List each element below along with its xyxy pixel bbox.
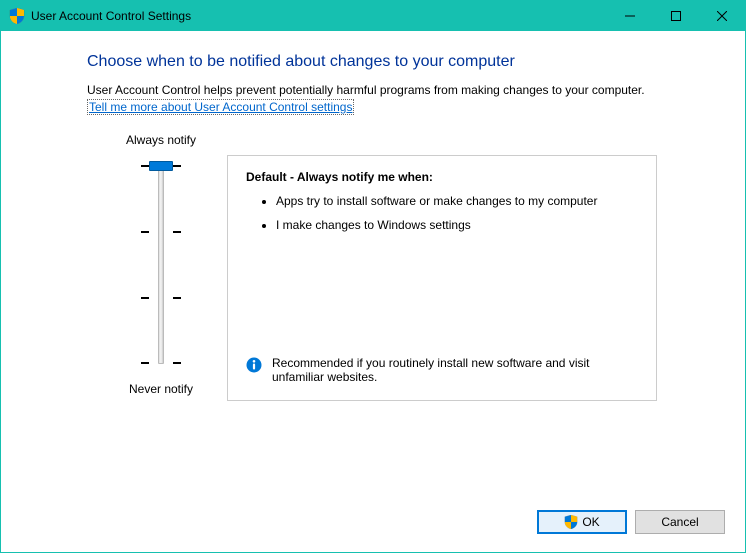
description-title: Default - Always notify me when: xyxy=(246,170,638,184)
window-title: User Account Control Settings xyxy=(31,9,191,23)
slider-bottom-label: Never notify xyxy=(129,382,193,396)
notification-slider[interactable] xyxy=(131,157,191,372)
cancel-button[interactable]: Cancel xyxy=(635,510,725,534)
slider-column: Always notify Never notify xyxy=(101,133,221,396)
close-icon xyxy=(717,11,727,21)
recommendation-row: Recommended if you routinely install new… xyxy=(246,356,638,384)
cancel-button-label: Cancel xyxy=(661,515,698,529)
slider-thumb[interactable] xyxy=(149,161,173,171)
titlebar: User Account Control Settings xyxy=(1,1,745,31)
description-bullets: Apps try to install software or make cha… xyxy=(246,194,638,232)
uac-shield-icon xyxy=(9,8,25,24)
slider-tick xyxy=(141,165,149,167)
minimize-icon xyxy=(625,11,635,21)
content-area: Choose when to be notified about changes… xyxy=(1,31,745,552)
description-bullet: I make changes to Windows settings xyxy=(276,218,638,232)
uac-shield-icon xyxy=(564,515,578,529)
page-heading: Choose when to be notified about changes… xyxy=(87,53,745,71)
ok-button[interactable]: OK xyxy=(537,510,627,534)
info-icon xyxy=(246,357,262,373)
slider-tick xyxy=(141,231,149,233)
minimize-button[interactable] xyxy=(607,1,653,31)
slider-tick xyxy=(141,362,149,364)
slider-tick xyxy=(173,297,181,299)
button-row: OK Cancel xyxy=(537,510,725,534)
maximize-icon xyxy=(671,11,681,21)
body-row: Always notify Never notify Def xyxy=(101,133,745,401)
slider-tick xyxy=(173,165,181,167)
slider-tick xyxy=(173,362,181,364)
maximize-button[interactable] xyxy=(653,1,699,31)
intro-text: User Account Control helps prevent poten… xyxy=(87,83,745,97)
close-button[interactable] xyxy=(699,1,745,31)
slider-tick xyxy=(141,297,149,299)
description-bullet: Apps try to install software or make cha… xyxy=(276,194,638,208)
slider-top-label: Always notify xyxy=(126,133,196,147)
ok-button-label: OK xyxy=(582,515,599,529)
window: User Account Control Settings Choose whe… xyxy=(0,0,746,553)
help-link[interactable]: Tell me more about User Account Control … xyxy=(87,99,354,115)
recommendation-text: Recommended if you routinely install new… xyxy=(272,356,638,384)
slider-tick xyxy=(173,231,181,233)
description-panel: Default - Always notify me when: Apps tr… xyxy=(227,155,657,401)
slider-track xyxy=(158,165,164,364)
